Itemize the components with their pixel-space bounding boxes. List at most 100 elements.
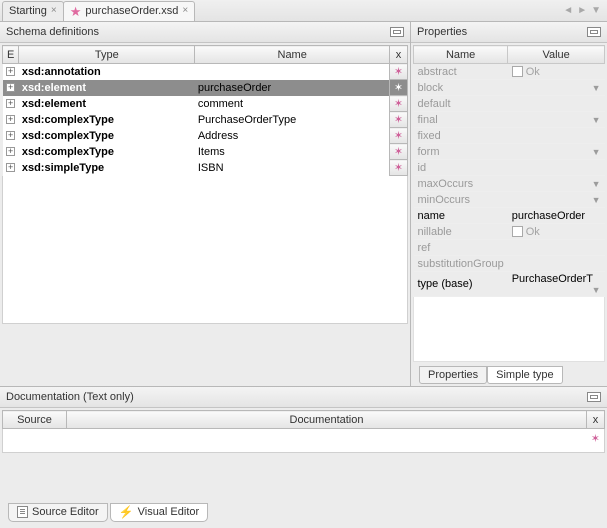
- property-row[interactable]: nillableOk: [414, 224, 605, 240]
- col-expand[interactable]: E: [3, 46, 19, 64]
- table-row[interactable]: +xsd:annotation✶: [3, 64, 408, 80]
- tab-nav: ◄ ► ▼: [563, 6, 607, 16]
- chevron-down-icon[interactable]: ▼: [592, 285, 601, 295]
- close-icon[interactable]: ×: [51, 6, 57, 16]
- remove-row-button[interactable]: ✶: [390, 64, 408, 80]
- table-row[interactable]: +xsd:complexTypeAddress✶: [3, 128, 408, 144]
- property-row[interactable]: final ▼: [414, 112, 605, 128]
- property-name: minOccurs: [414, 192, 508, 208]
- property-row[interactable]: default: [414, 96, 605, 112]
- col-prop-name[interactable]: Name: [414, 46, 508, 64]
- property-name: block: [414, 80, 508, 96]
- expand-toggle[interactable]: +: [3, 160, 19, 176]
- tab-properties[interactable]: Properties: [419, 366, 487, 384]
- remove-row-button[interactable]: ✶: [390, 160, 408, 176]
- expand-toggle[interactable]: +: [3, 112, 19, 128]
- tab-purchaseorder[interactable]: ★ purchaseOrder.xsd ×: [63, 1, 195, 21]
- tab-simple-type[interactable]: Simple type: [487, 366, 562, 384]
- cell-type: xsd:element: [19, 96, 195, 112]
- property-value[interactable]: Ok: [508, 64, 605, 80]
- expand-toggle[interactable]: +: [3, 128, 19, 144]
- table-row[interactable]: +xsd:simpleTypeISBN✶: [3, 160, 408, 176]
- property-row[interactable]: ref: [414, 240, 605, 256]
- property-name: fixed: [414, 128, 508, 144]
- property-value[interactable]: [508, 160, 605, 176]
- expand-toggle[interactable]: +: [3, 64, 19, 80]
- remove-row-button[interactable]: ✶: [390, 96, 408, 112]
- properties-header: Properties: [411, 22, 607, 43]
- restore-icon[interactable]: [587, 392, 601, 402]
- expand-toggle[interactable]: +: [3, 80, 19, 96]
- restore-icon[interactable]: [390, 27, 404, 37]
- tab-source-editor[interactable]: Source Editor: [8, 503, 108, 522]
- nav-menu-icon[interactable]: ▼: [591, 6, 601, 16]
- property-row[interactable]: fixed: [414, 128, 605, 144]
- chevron-down-icon[interactable]: ▼: [592, 147, 601, 157]
- property-name: substitutionGroup: [414, 256, 508, 272]
- property-row[interactable]: block ▼: [414, 80, 605, 96]
- remove-icon[interactable]: ✶: [591, 432, 600, 445]
- cell-name: Items: [195, 144, 390, 160]
- col-documentation[interactable]: Documentation: [67, 411, 587, 429]
- checkbox-icon[interactable]: [512, 66, 523, 77]
- restore-icon[interactable]: [587, 27, 601, 37]
- col-name[interactable]: Name: [195, 46, 390, 64]
- expand-toggle[interactable]: +: [3, 144, 19, 160]
- property-name: final: [414, 112, 508, 128]
- property-name: nillable: [414, 224, 508, 240]
- property-value[interactable]: ▼: [508, 80, 605, 96]
- chevron-down-icon[interactable]: ▼: [592, 195, 601, 205]
- property-row[interactable]: form ▼: [414, 144, 605, 160]
- property-value[interactable]: Ok: [508, 224, 605, 240]
- property-value[interactable]: ▼: [508, 112, 605, 128]
- remove-row-button[interactable]: ✶: [390, 80, 408, 96]
- property-name: form: [414, 144, 508, 160]
- chevron-down-icon[interactable]: ▼: [592, 83, 601, 93]
- property-row[interactable]: id: [414, 160, 605, 176]
- remove-row-button[interactable]: ✶: [390, 144, 408, 160]
- property-value[interactable]: PurchaseOrderT▼: [508, 272, 605, 297]
- property-row[interactable]: abstractOk: [414, 64, 605, 80]
- footer-editor-tabs: Source Editor ⚡ Visual Editor: [8, 503, 208, 522]
- property-value[interactable]: [508, 256, 605, 272]
- property-name: name: [414, 208, 508, 224]
- plus-icon: +: [6, 163, 15, 172]
- col-remove[interactable]: x: [390, 46, 408, 64]
- table-row[interactable]: +xsd:elementpurchaseOrder✶: [3, 80, 408, 96]
- documentation-table: Source Documentation x: [2, 410, 605, 429]
- property-value[interactable]: purchaseOrder: [508, 208, 605, 224]
- remove-row-button[interactable]: ✶: [390, 112, 408, 128]
- cell-name: [195, 64, 390, 80]
- property-value[interactable]: [508, 128, 605, 144]
- chevron-down-icon[interactable]: ▼: [592, 115, 601, 125]
- col-type[interactable]: Type: [19, 46, 195, 64]
- property-row[interactable]: namepurchaseOrder: [414, 208, 605, 224]
- property-row[interactable]: substitutionGroup: [414, 256, 605, 272]
- chevron-down-icon[interactable]: ▼: [592, 179, 601, 189]
- property-value[interactable]: [508, 96, 605, 112]
- properties-empty-area: [413, 297, 605, 362]
- col-remove[interactable]: x: [587, 411, 605, 429]
- property-value[interactable]: ▼: [508, 176, 605, 192]
- property-value[interactable]: ▼: [508, 192, 605, 208]
- remove-row-button[interactable]: ✶: [390, 128, 408, 144]
- tab-visual-editor[interactable]: ⚡ Visual Editor: [110, 503, 209, 522]
- nav-back-icon[interactable]: ◄: [563, 6, 573, 16]
- close-icon[interactable]: ×: [182, 6, 188, 16]
- nav-forward-icon[interactable]: ►: [577, 6, 587, 16]
- property-row[interactable]: type (base)PurchaseOrderT▼: [414, 272, 605, 297]
- table-row[interactable]: +xsd:elementcomment✶: [3, 96, 408, 112]
- cell-type: xsd:complexType: [19, 128, 195, 144]
- checkbox-icon[interactable]: [512, 226, 523, 237]
- tab-starting[interactable]: Starting ×: [2, 1, 64, 21]
- col-source[interactable]: Source: [3, 411, 67, 429]
- plus-icon: +: [6, 99, 15, 108]
- expand-toggle[interactable]: +: [3, 96, 19, 112]
- col-prop-value[interactable]: Value: [508, 46, 605, 64]
- property-row[interactable]: minOccurs ▼: [414, 192, 605, 208]
- property-value[interactable]: [508, 240, 605, 256]
- table-row[interactable]: +xsd:complexTypePurchaseOrderType✶: [3, 112, 408, 128]
- property-value[interactable]: ▼: [508, 144, 605, 160]
- property-row[interactable]: maxOccurs▼: [414, 176, 605, 192]
- table-row[interactable]: +xsd:complexTypeItems✶: [3, 144, 408, 160]
